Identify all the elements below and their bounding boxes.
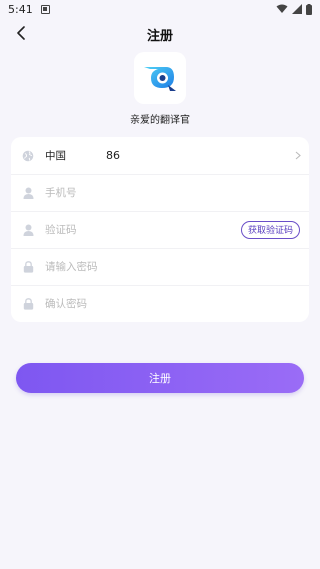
verify-code-field[interactable]: 验证码 获取验证码 [11,211,309,248]
battery-icon [306,3,312,15]
phone-field[interactable]: 手机号 [11,174,309,211]
lock-icon [21,260,35,274]
lock-icon [21,297,35,311]
notification-icon [40,4,50,14]
header: 注册 [0,18,320,48]
wifi-icon [276,4,288,13]
password-placeholder: 请输入密码 [45,261,98,273]
verify-code-placeholder: 验证码 [45,224,77,236]
register-button[interactable]: 注册 [16,363,304,393]
password-field[interactable]: 请输入密码 [11,248,309,285]
app-name: 亲爱的翻译官 [130,115,190,126]
page-title: 注册 [146,29,173,44]
status-time: 5:41 [8,2,33,16]
country-code: 86 [106,149,120,162]
phone-placeholder: 手机号 [45,187,77,199]
confirm-password-field[interactable]: 确认密码 [11,285,309,322]
status-icons [276,3,312,15]
country-name: 中国 [45,150,66,162]
chevron-right-icon [293,151,303,161]
user-icon [21,186,35,200]
confirm-password-placeholder: 确认密码 [45,298,87,310]
get-code-button[interactable]: 获取验证码 [240,220,300,239]
app-logo [134,52,186,104]
user-icon [21,223,35,237]
globe-icon [21,149,35,163]
translator-logo-icon [144,67,176,91]
register-form: 中国 86 手机号 验证码 获取验证码 请输入密码 确认密码 [11,137,309,322]
status-bar: 5:41 [0,0,320,18]
region-selector[interactable]: 中国 86 [11,137,309,174]
signal-icon [292,4,302,14]
